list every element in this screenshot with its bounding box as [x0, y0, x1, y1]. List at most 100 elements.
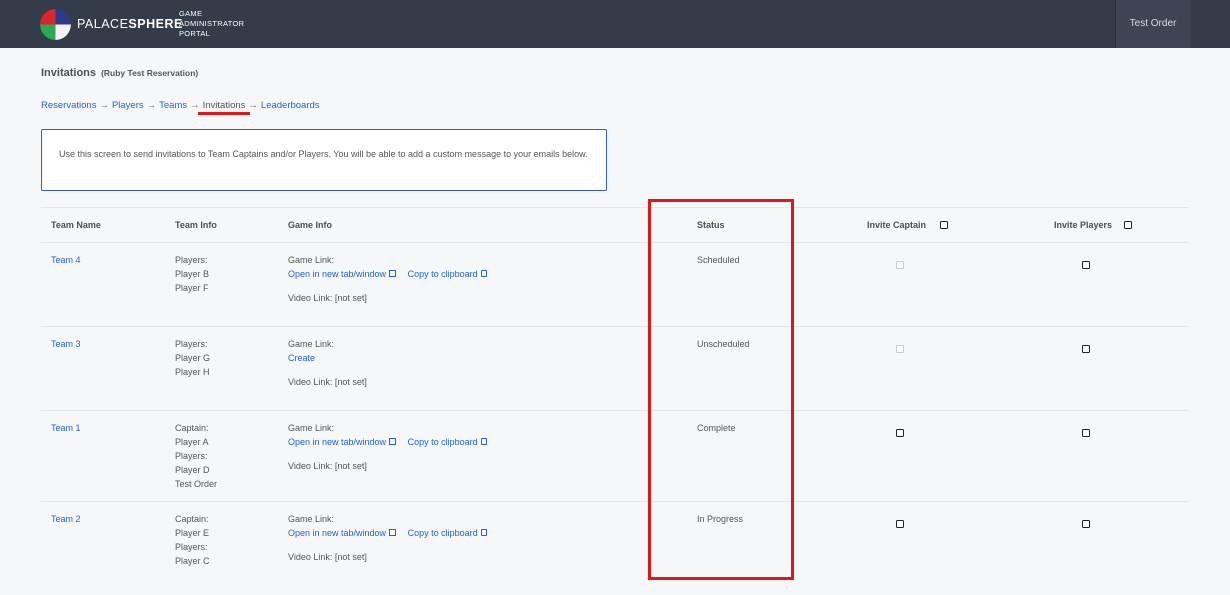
- copy-to-clipboard-link[interactable]: Copy to clipboard: [408, 528, 487, 538]
- row-divider: [41, 326, 1189, 327]
- status-column-highlight: [648, 199, 794, 580]
- breadcrumb-separator: →: [248, 100, 258, 111]
- invite-captain-checkbox[interactable]: [896, 520, 904, 528]
- open-in-new-tab-link[interactable]: Open in new tab/window: [288, 269, 397, 279]
- row-divider: [41, 501, 1189, 502]
- copy-to-clipboard-link[interactable]: Copy to clipboard: [408, 437, 487, 447]
- info-notice: Use this screen to send invitations to T…: [41, 129, 607, 191]
- breadcrumb: Reservations → Players → Teams → Invitations → L…: [41, 100, 320, 111]
- invite-players-checkbox[interactable]: [1082, 345, 1090, 353]
- team-info-line: Player D: [175, 465, 210, 475]
- invite-captain-checkbox: [896, 261, 904, 269]
- breadcrumb-players[interactable]: Players: [112, 100, 144, 111]
- open-in-new-tab-link[interactable]: Open in new tab/window: [288, 528, 397, 538]
- game-link-label: Game Link:: [288, 423, 335, 433]
- invite-players-checkbox[interactable]: [1082, 429, 1090, 437]
- game-link-label: Game Link:: [288, 255, 335, 265]
- portal-line-1: GAME: [179, 9, 203, 18]
- team-info-line: Test Order: [175, 479, 218, 489]
- team-name-link[interactable]: Team 4: [51, 253, 81, 267]
- column-header-invite-captain: Invite Captain: [867, 220, 927, 230]
- column-header-invite-players: Invite Players: [1054, 220, 1113, 230]
- video-link-text: Video Link: [not set]: [288, 293, 367, 303]
- create-game-link[interactable]: Create: [288, 351, 367, 365]
- team-info: Players: Player G Player H: [175, 337, 210, 379]
- team-name-link[interactable]: Team 1: [51, 421, 81, 435]
- table-top-divider: [41, 207, 1189, 208]
- breadcrumb-separator: →: [190, 100, 200, 111]
- team-info-line: Captain:: [175, 423, 209, 433]
- copy-icon: [480, 270, 487, 277]
- palacesphere-logo-icon[interactable]: [40, 9, 71, 40]
- team-info-line: Player B: [175, 269, 210, 279]
- external-link-icon: [389, 270, 397, 277]
- copy-link-text: Copy to clipboard: [407, 528, 478, 538]
- invite-captain-checkbox[interactable]: [896, 429, 904, 437]
- invite-players-checkbox[interactable]: [1082, 520, 1090, 528]
- team-info-line: Player A: [175, 437, 209, 447]
- select-all-players-checkbox[interactable]: [1124, 221, 1132, 229]
- game-info: Game Link: Open in new tab/window Copy t…: [288, 421, 487, 473]
- game-link-label: Game Link:: [288, 514, 335, 524]
- brand-name[interactable]: PALACESPHERE: [77, 17, 183, 31]
- breadcrumb-teams[interactable]: Teams: [159, 100, 187, 111]
- game-info: Game Link: Create Video Link: [not set]: [288, 337, 367, 389]
- video-link-text: Video Link: [not set]: [288, 552, 367, 562]
- copy-to-clipboard-link[interactable]: Copy to clipboard: [408, 269, 487, 279]
- team-info-line: Player F: [175, 283, 209, 293]
- team-info: Captain: Player E Players: Player C: [175, 512, 210, 568]
- team-info-line: Players:: [175, 255, 208, 265]
- table-header-divider: [41, 242, 1189, 243]
- page-title-text: Invitations: [41, 67, 97, 79]
- copy-icon: [480, 529, 487, 536]
- team-info-line: Player G: [175, 353, 211, 363]
- current-page-underline: [198, 112, 250, 115]
- team-info-line: Players:: [175, 542, 208, 552]
- open-link-text: Open in new tab/window: [288, 437, 387, 447]
- page-subtitle: (Ruby Test Reservation): [101, 68, 199, 78]
- external-link-icon: [389, 529, 397, 536]
- team-info-line: Player C: [175, 556, 210, 566]
- team-info-line: Captain:: [175, 514, 209, 524]
- team-info-line: Players:: [175, 451, 208, 461]
- video-link-text: Video Link: [not set]: [288, 377, 367, 387]
- invite-captain-checkbox: [896, 345, 904, 353]
- brand-light-text: PALACE: [77, 17, 129, 31]
- external-link-icon: [389, 438, 397, 445]
- page-title: Invitations (Ruby Test Reservation): [41, 67, 198, 79]
- column-header-team-info: Team Info: [175, 220, 217, 230]
- top-navbar: PALACESPHERE GAME ADMINISTRATOR PORTAL T…: [0, 0, 1230, 48]
- portal-label: GAME ADMINISTRATOR PORTAL: [179, 9, 244, 39]
- invite-players-checkbox[interactable]: [1082, 261, 1090, 269]
- column-header-team-name: Team Name: [51, 220, 101, 230]
- team-info: Captain: Player A Players: Player D Test…: [175, 421, 217, 491]
- video-link-text: Video Link: [not set]: [288, 461, 367, 471]
- game-info: Game Link: Open in new tab/window Copy t…: [288, 253, 487, 305]
- breadcrumb-separator: →: [146, 100, 157, 111]
- row-divider: [41, 410, 1189, 411]
- order-menu-button[interactable]: Test Order: [1115, 0, 1190, 48]
- open-in-new-tab-link[interactable]: Open in new tab/window: [288, 437, 397, 447]
- select-all-captains-checkbox[interactable]: [940, 221, 948, 229]
- portal-line-3: PORTAL: [179, 29, 211, 38]
- open-link-text: Open in new tab/window: [288, 528, 387, 538]
- breadcrumb-invitations: Invitations: [202, 100, 246, 111]
- game-info: Game Link: Open in new tab/window Copy t…: [288, 512, 487, 564]
- team-name-link[interactable]: Team 3: [51, 337, 81, 351]
- team-info: Players: Player B Player F: [175, 253, 209, 295]
- breadcrumb-leaderboards[interactable]: Leaderboards: [261, 100, 320, 111]
- copy-icon: [480, 438, 487, 445]
- copy-link-text: Copy to clipboard: [407, 269, 478, 279]
- brand-bold-text: SPHERE: [128, 17, 183, 31]
- open-link-text: Open in new tab/window: [288, 269, 387, 279]
- breadcrumb-separator: →: [99, 100, 109, 111]
- team-info-line: Player H: [175, 367, 210, 377]
- portal-line-2: ADMINISTRATOR: [179, 19, 245, 28]
- breadcrumb-reservations[interactable]: Reservations: [41, 100, 96, 111]
- team-info-line: Player E: [175, 528, 210, 538]
- copy-link-text: Copy to clipboard: [407, 437, 478, 447]
- team-info-line: Players:: [175, 339, 208, 349]
- column-header-game-info: Game Info: [288, 220, 333, 230]
- team-name-link[interactable]: Team 2: [51, 512, 81, 526]
- game-link-label: Game Link:: [288, 339, 335, 349]
